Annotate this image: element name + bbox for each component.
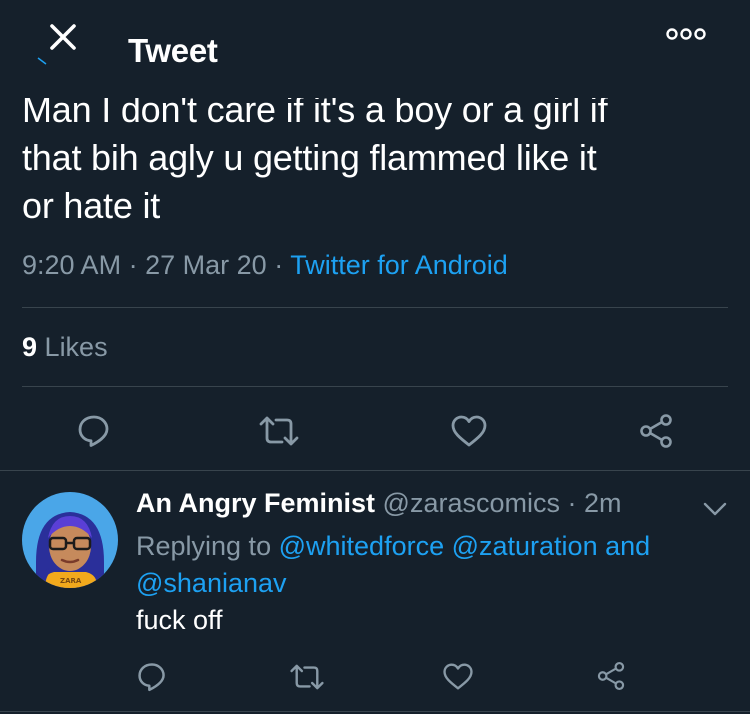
meta-separator: · (128, 250, 138, 280)
meta-separator: · (274, 250, 284, 280)
reply-reply-button[interactable] (136, 661, 168, 693)
more-options-button[interactable] (665, 24, 707, 44)
like-button[interactable] (450, 414, 488, 448)
mention-link[interactable]: @shanianav (136, 568, 287, 598)
retweet-icon (290, 664, 324, 690)
likes-count: 9 (22, 332, 38, 362)
like-icon (451, 415, 487, 447)
reply-options-button[interactable] (702, 500, 728, 518)
tweet-source-link[interactable]: Twitter for Android (290, 250, 508, 280)
share-icon (640, 414, 672, 448)
meta-separator: · (567, 488, 577, 518)
reply-retweet-button[interactable] (289, 663, 325, 691)
close-button[interactable] (36, 16, 86, 66)
reply-handle[interactable]: @zarascomics (383, 488, 560, 518)
mention-link[interactable]: @whitedforce (279, 531, 444, 561)
reply-display-name[interactable]: An Angry Feminist (136, 488, 375, 518)
reply-share-button[interactable] (596, 661, 626, 691)
share-button[interactable] (638, 413, 674, 449)
divider (0, 711, 750, 712)
avatar-badge-text: ZARA (60, 577, 82, 585)
likes-label: Likes (44, 332, 108, 362)
chevron-down-icon (703, 502, 727, 516)
reply-like-button[interactable] (442, 662, 474, 691)
reply-icon (138, 663, 165, 692)
reply-header: An Angry Feminist @zarascomics · 2m (136, 488, 622, 519)
tweet-meta: 9:20 AM · 27 Mar 20 · Twitter for Androi… (22, 250, 508, 281)
top-bar: Tweet (0, 0, 750, 95)
tweet-date: 27 Mar 20 (145, 250, 267, 280)
like-icon (443, 663, 473, 690)
divider (22, 386, 728, 387)
reply-text: fuck off (136, 605, 223, 635)
share-icon (597, 662, 625, 690)
tweet-text: Man I don't care if it's a boy or a girl… (22, 89, 608, 226)
and-others-link[interactable]: and (605, 531, 650, 561)
replying-to: Replying to @whitedforce @zaturation and… (136, 528, 716, 602)
mention-link[interactable]: @zaturation (452, 531, 598, 561)
retweet-button[interactable] (258, 415, 300, 447)
reply-time: 2m (584, 488, 622, 518)
divider (22, 307, 728, 308)
close-icon (37, 24, 76, 65)
avatar[interactable]: ZARA (22, 492, 118, 588)
replying-prefix: Replying to (136, 531, 272, 561)
more-options-icon (666, 28, 706, 40)
likes-row[interactable]: 9 Likes (22, 332, 108, 363)
reply-button[interactable] (76, 413, 112, 449)
avatar-image: ZARA (22, 492, 118, 588)
tweet-time: 9:20 AM (22, 250, 122, 280)
page-title: Tweet (128, 32, 218, 69)
reply-icon (78, 415, 109, 447)
retweet-icon (259, 416, 299, 446)
divider (0, 470, 750, 471)
